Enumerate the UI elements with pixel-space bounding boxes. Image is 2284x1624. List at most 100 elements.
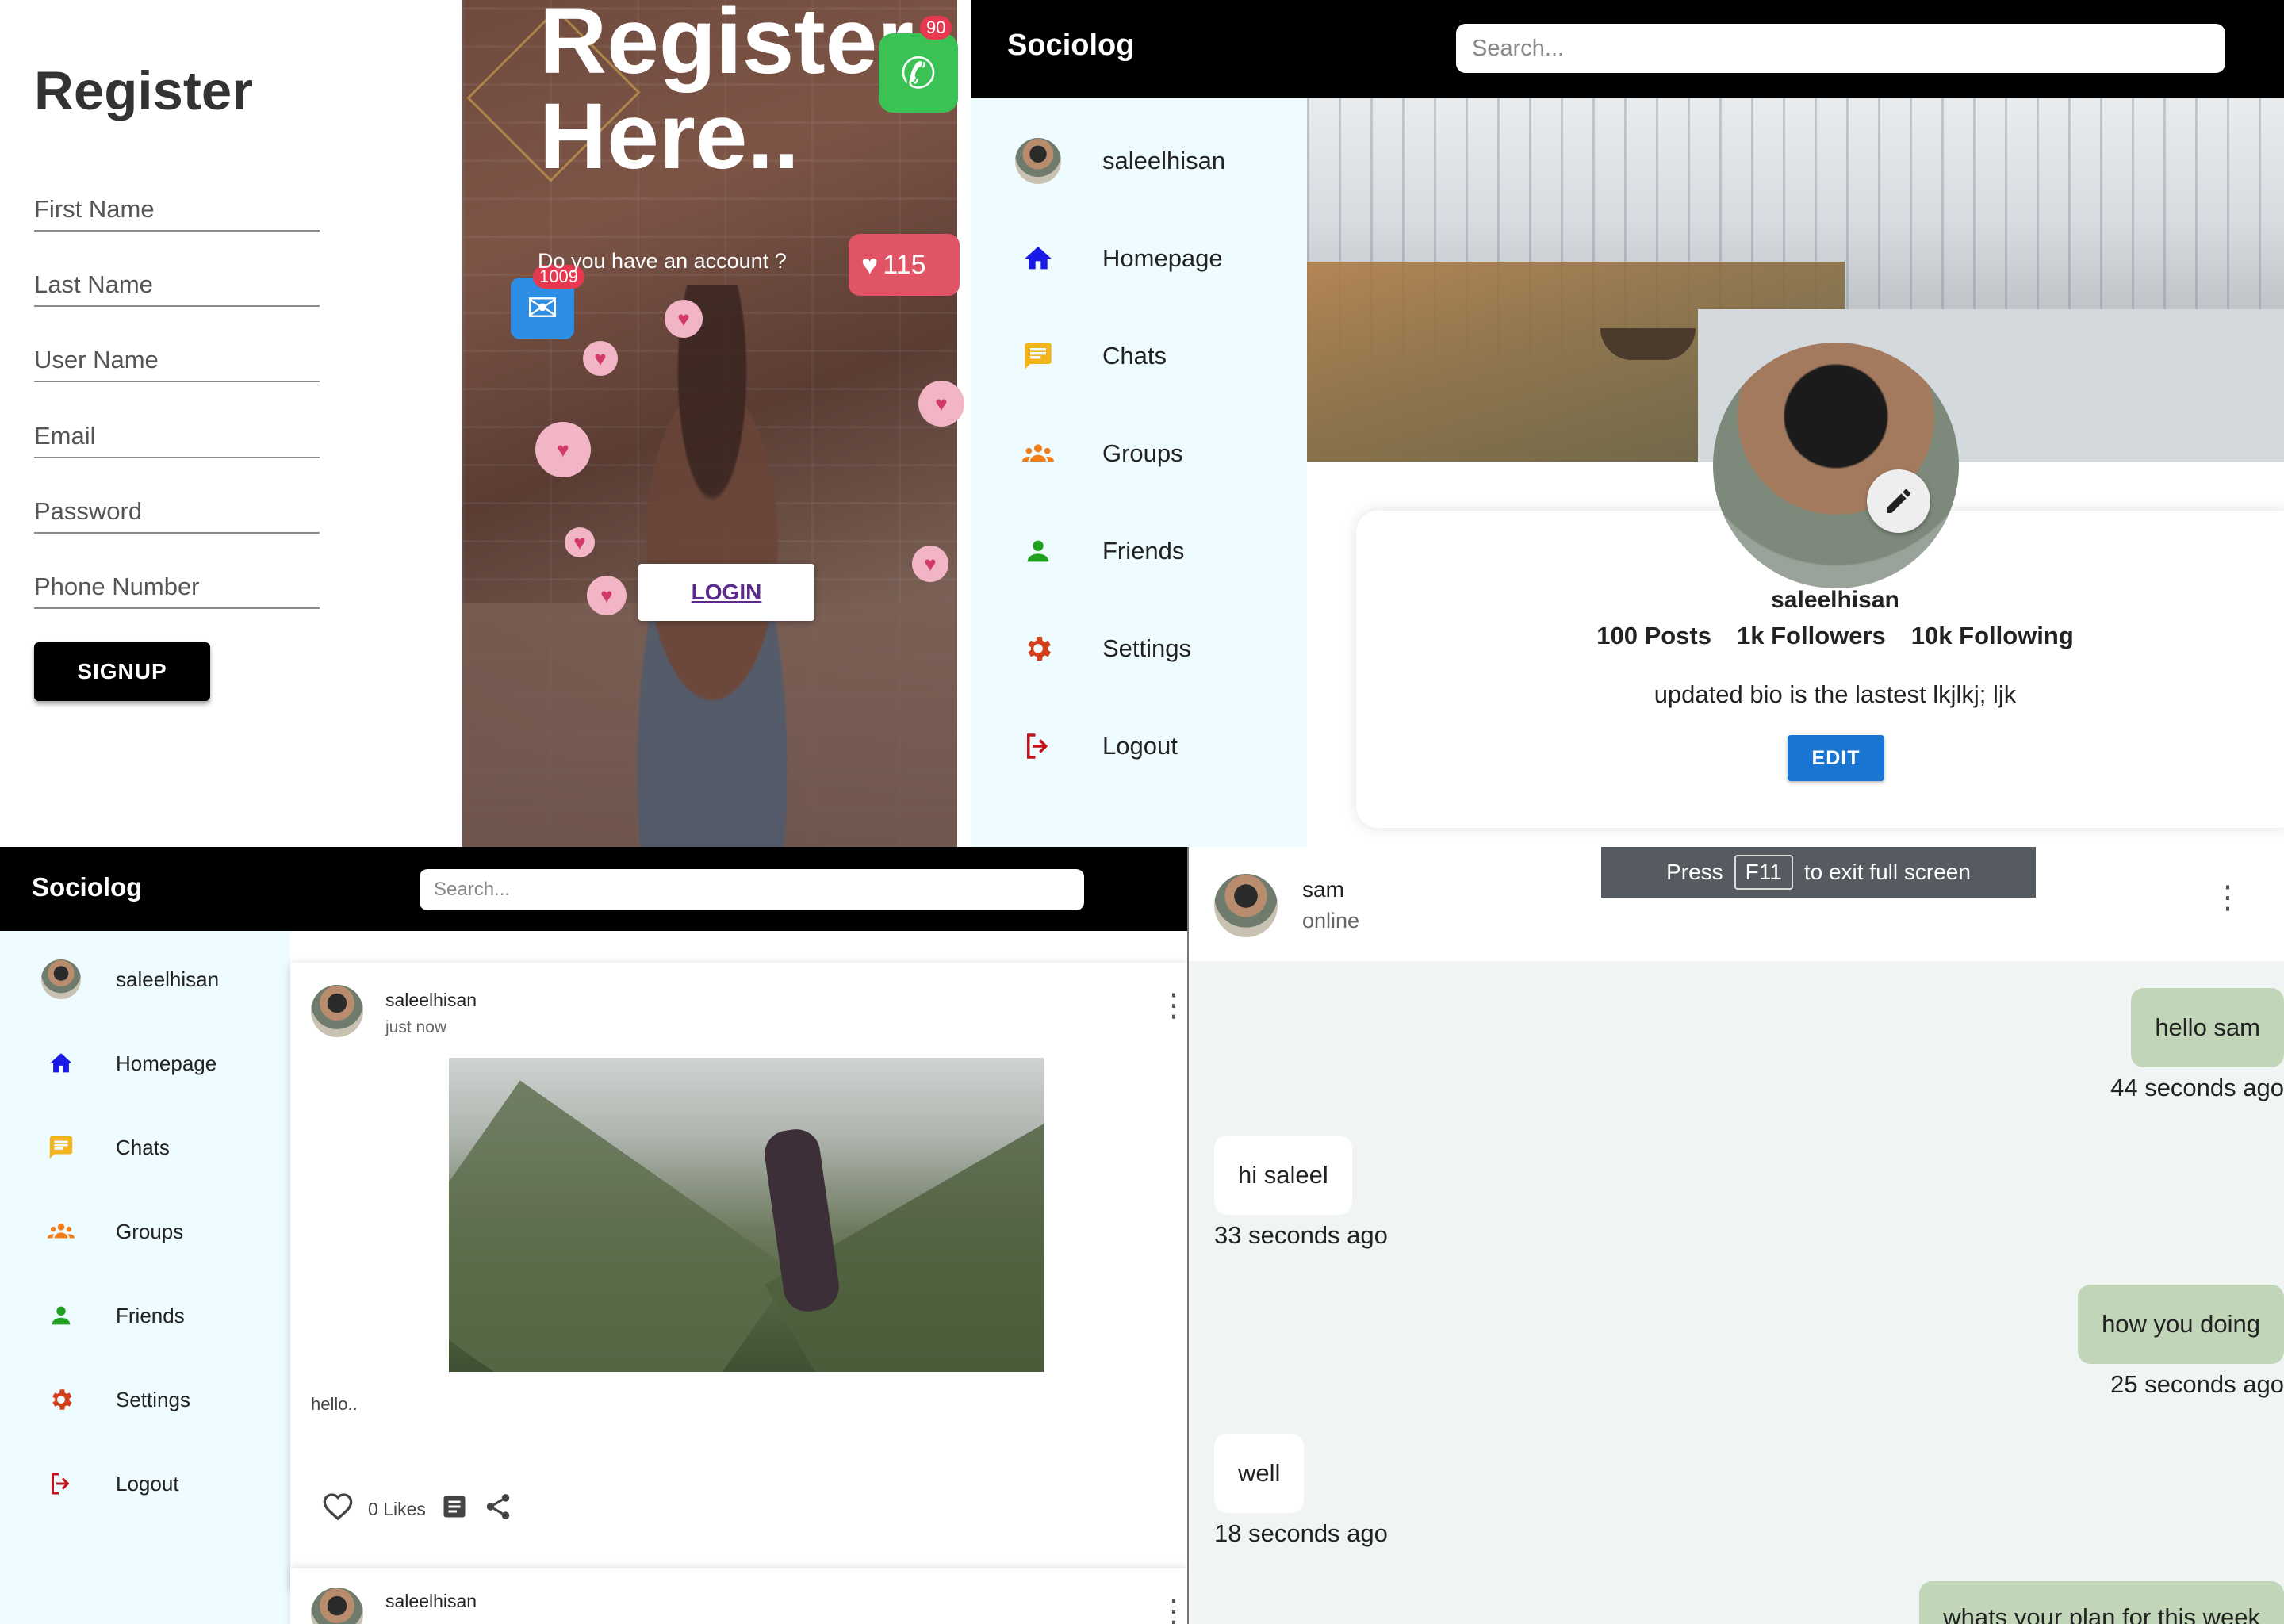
sidebar-item-groups[interactable]: Groups bbox=[41, 1208, 183, 1254]
avatar[interactable] bbox=[311, 1588, 363, 1624]
sidebar-item-homepage[interactable]: Homepage bbox=[1015, 231, 1223, 286]
sidebar-item-label: Homepage bbox=[116, 1051, 217, 1075]
sidebar-item-label: Settings bbox=[116, 1387, 190, 1411]
search-input[interactable]: Search... bbox=[420, 869, 1084, 910]
sidebar: saleelhisan Homepage Chats Groups Friend… bbox=[0, 931, 290, 1624]
sidebar-item-friends[interactable]: Friends bbox=[41, 1293, 185, 1339]
sidebar-item-logout[interactable]: Logout bbox=[41, 1461, 179, 1507]
avatar bbox=[1015, 138, 1061, 184]
post-image bbox=[449, 1058, 1044, 1372]
user-name-placeholder: User Name bbox=[34, 346, 159, 373]
share-button[interactable] bbox=[483, 1492, 513, 1526]
post-author[interactable]: saleelhisan bbox=[385, 1591, 477, 1612]
sidebar-item-label: Friends bbox=[1102, 537, 1185, 565]
whatsapp-badge: 90 bbox=[920, 16, 952, 40]
profile-bio: updated bio is the lastest lkjlkj; ljk bbox=[1654, 680, 2017, 708]
followers-count[interactable]: 1k Followers bbox=[1737, 622, 1886, 650]
password-field[interactable]: Password bbox=[34, 496, 320, 534]
sidebar-item-profile[interactable]: saleelhisan bbox=[41, 956, 219, 1002]
fullscreen-press-text: Press bbox=[1666, 860, 1723, 884]
message-timestamp: 44 seconds ago bbox=[2110, 1074, 2284, 1101]
top-app-bar: Sociolog Search... bbox=[0, 847, 1187, 931]
heart-outline-icon bbox=[323, 1493, 353, 1521]
heart-icon bbox=[918, 381, 964, 427]
first-name-field[interactable]: First Name bbox=[34, 193, 320, 232]
gear-icon bbox=[41, 1380, 81, 1419]
sidebar-item-chats[interactable]: Chats bbox=[1015, 328, 1167, 384]
message-bubble-incoming: well bbox=[1214, 1434, 1305, 1513]
groups-icon bbox=[41, 1212, 81, 1251]
logout-icon bbox=[41, 1464, 81, 1503]
sidebar-item-chats[interactable]: Chats bbox=[41, 1124, 170, 1170]
fullscreen-key: F11 bbox=[1734, 855, 1793, 890]
sidebar-item-label: Chats bbox=[116, 1135, 170, 1159]
password-placeholder: Password bbox=[34, 497, 143, 525]
like-count: 115 bbox=[883, 249, 926, 280]
post-timestamp: just now bbox=[385, 1018, 447, 1036]
sidebar: saleelhisan Homepage Chats Groups Friend… bbox=[971, 98, 1307, 847]
more-vert-icon[interactable]: ⋮ bbox=[1158, 990, 1187, 1021]
home-icon bbox=[41, 1044, 81, 1083]
pencil-icon bbox=[1887, 488, 1910, 513]
last-name-field[interactable]: Last Name bbox=[34, 269, 320, 307]
post-card: saleelhisan just now ⋮ hello.. 0 Likes bbox=[290, 963, 1187, 1589]
sidebar-item-settings[interactable]: Settings bbox=[1015, 621, 1191, 676]
avatar[interactable] bbox=[311, 985, 363, 1037]
message-timestamp: 25 seconds ago bbox=[2110, 1370, 2284, 1398]
person-icon bbox=[1015, 528, 1061, 574]
groups-icon bbox=[1015, 431, 1061, 477]
whatsapp-icon: ✆ bbox=[879, 33, 958, 113]
post-author[interactable]: saleelhisan bbox=[385, 990, 477, 1011]
edit-photo-button[interactable] bbox=[1867, 469, 1930, 533]
profile-panel: Sociolog Search... saleelhisan Homepage … bbox=[971, 0, 2284, 847]
sidebar-item-settings[interactable]: Settings bbox=[41, 1377, 190, 1423]
chat-panel: sam online ⋮ Press F11 to exit full scre… bbox=[1187, 847, 2284, 1624]
signup-button[interactable]: SIGNUP bbox=[34, 642, 210, 701]
sidebar-item-homepage[interactable]: Homepage bbox=[41, 1040, 217, 1086]
following-count[interactable]: 10k Following bbox=[1911, 622, 2074, 650]
sidebar-item-label: saleelhisan bbox=[1102, 147, 1226, 174]
brand-logo[interactable]: Sociolog bbox=[32, 872, 142, 902]
like-button[interactable] bbox=[322, 1491, 354, 1527]
more-vert-icon[interactable]: ⋮ bbox=[2212, 882, 2244, 914]
register-title: Register bbox=[34, 60, 254, 121]
email-field[interactable]: Email bbox=[34, 420, 320, 458]
top-app-bar: Sociolog Search... bbox=[971, 0, 2284, 98]
heart-icon bbox=[665, 300, 703, 338]
avatar bbox=[41, 959, 81, 999]
sidebar-item-friends[interactable]: Friends bbox=[1015, 523, 1184, 579]
posts-count[interactable]: 100 Posts bbox=[1596, 622, 1711, 650]
mountain-shape bbox=[449, 1080, 793, 1372]
contact-avatar[interactable] bbox=[1214, 874, 1278, 937]
sidebar-item-profile[interactable]: saleelhisan bbox=[1015, 133, 1225, 189]
comment-icon bbox=[443, 1496, 466, 1518]
message-timestamp: 33 seconds ago bbox=[1214, 1221, 1388, 1249]
share-icon bbox=[486, 1494, 510, 1519]
like-bubble-icon: ♥ 115 bbox=[849, 234, 960, 296]
user-name-field[interactable]: User Name bbox=[34, 344, 320, 382]
sidebar-item-label: Groups bbox=[1102, 439, 1183, 467]
search-input[interactable]: Search... bbox=[1456, 24, 2225, 73]
heart-icon bbox=[587, 576, 627, 615]
more-vert-icon[interactable]: ⋮ bbox=[1158, 1595, 1187, 1624]
login-button[interactable]: LOGIN bbox=[638, 564, 814, 621]
phone-number-field[interactable]: Phone Number bbox=[34, 571, 320, 609]
brand-logo[interactable]: Sociolog bbox=[1007, 29, 1134, 63]
post-actions: 0 Likes bbox=[322, 1491, 513, 1527]
comment-button[interactable] bbox=[440, 1492, 469, 1526]
sidebar-item-label: Logout bbox=[1102, 732, 1178, 760]
home-icon bbox=[1015, 236, 1061, 282]
chat-icon bbox=[1015, 333, 1061, 379]
sidebar-item-groups[interactable]: Groups bbox=[1015, 426, 1183, 481]
email-placeholder: Email bbox=[34, 422, 96, 450]
contact-name: sam bbox=[1302, 877, 1344, 902]
register-form-panel: Register First Name Last Name User Name … bbox=[0, 0, 462, 847]
edit-profile-button[interactable]: EDIT bbox=[1788, 735, 1884, 781]
heart-icon bbox=[565, 527, 595, 557]
message-bubble-outgoing: whats your plan for this week bbox=[1919, 1581, 2284, 1624]
profile-username: saleelhisan bbox=[1771, 587, 1899, 613]
gear-icon bbox=[1015, 626, 1061, 672]
chat-icon bbox=[41, 1128, 81, 1167]
sidebar-item-logout[interactable]: Logout bbox=[1015, 718, 1178, 774]
sidebar-item-label: Groups bbox=[116, 1219, 184, 1243]
